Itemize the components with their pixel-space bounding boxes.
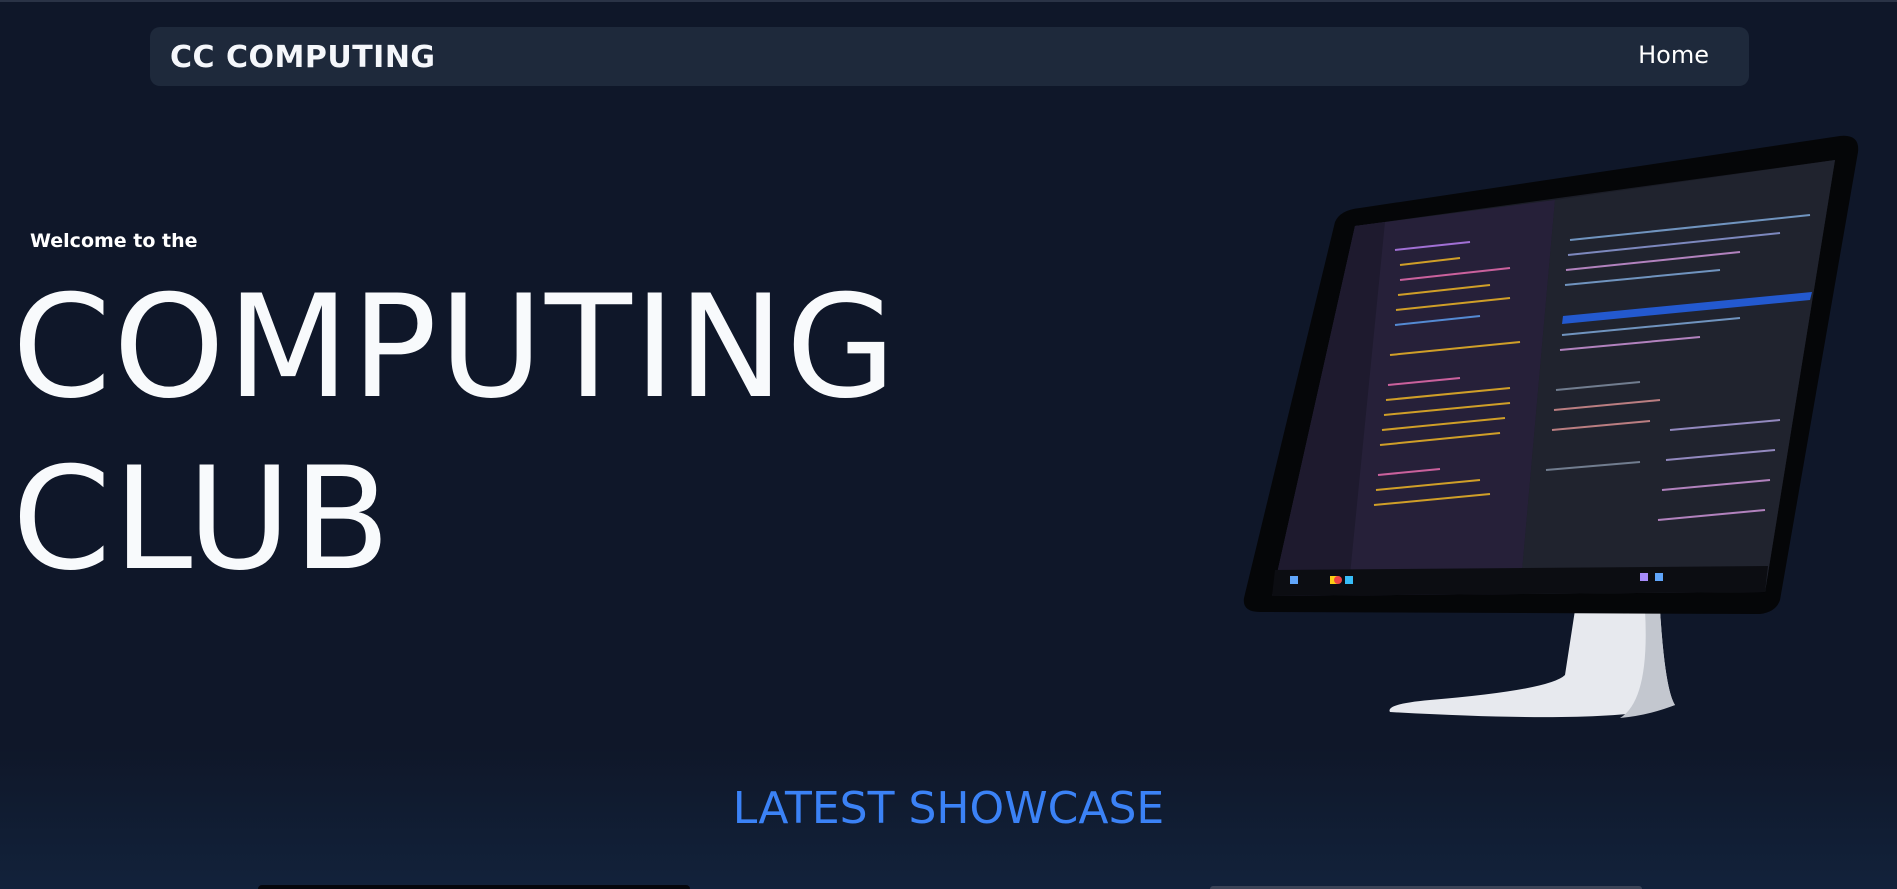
hero-eyebrow: Welcome to the	[30, 230, 198, 252]
hero-title: COMPUTING CLUB	[12, 262, 898, 606]
brand-logo[interactable]: CC COMPUTING	[170, 40, 436, 75]
hero-title-line1: COMPUTING	[12, 265, 898, 430]
hero-title-line2: CLUB	[12, 437, 393, 602]
top-border	[0, 0, 1897, 2]
nav-link-home[interactable]: Home	[1638, 41, 1709, 69]
desktop-monitor-illustration	[1220, 130, 1870, 730]
showcase-card-left[interactable]	[258, 885, 690, 889]
section-heading-latest-showcase: LATEST SHOWCASE	[732, 783, 1165, 834]
monitor-svg	[1243, 135, 1859, 718]
navbar: CC COMPUTING Home	[150, 27, 1749, 86]
